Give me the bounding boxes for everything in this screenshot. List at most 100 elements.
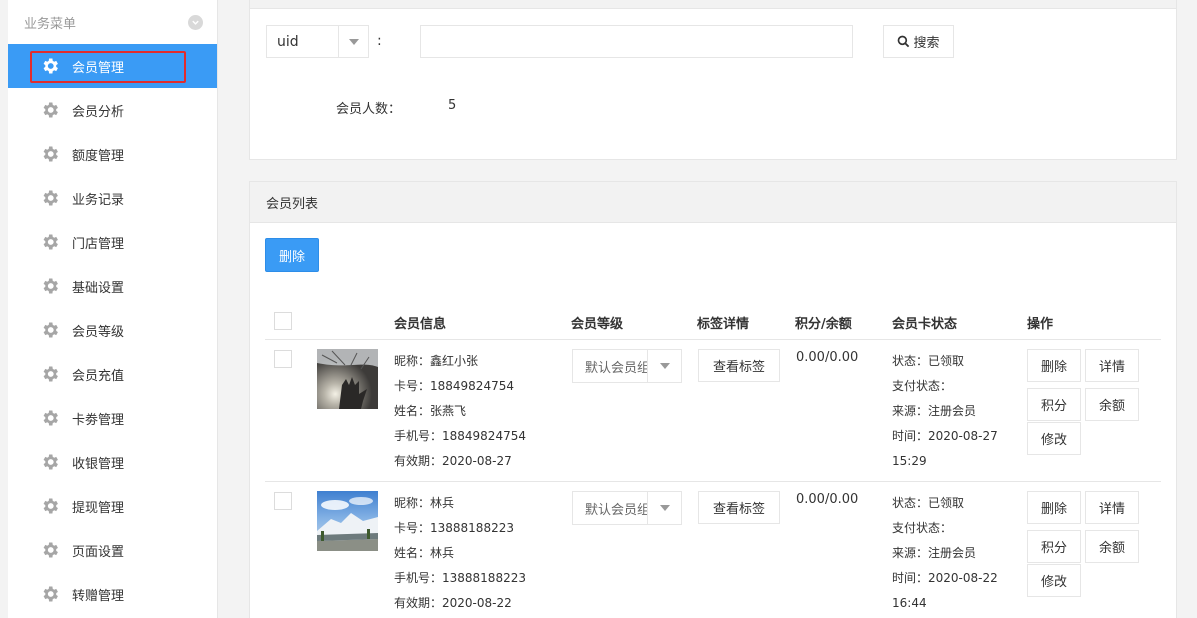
gear-icon [40,584,72,604]
sidebar-item-page-settings[interactable]: 页面设置 [8,528,217,572]
chevron-down-icon[interactable] [338,26,368,57]
gear-icon [40,408,72,428]
search-button-label: 搜索 [913,35,940,50]
row-checkbox[interactable] [274,350,292,368]
balance-button[interactable]: 余额 [1085,530,1139,563]
gear-icon [40,364,72,384]
member-level-value: 默认会员组 [585,502,647,518]
collapse-toggle-icon[interactable] [188,14,203,30]
member-list-header: 会员列表 [250,182,1176,223]
avatar [317,491,378,551]
sidebar-item-quota[interactable]: 额度管理 [8,132,217,176]
search-field-select[interactable]: uid [266,25,369,58]
col-tag-details: 标签详情 [697,317,750,332]
member-level-select[interactable]: 默认会员组 [572,349,682,383]
col-card-status: 会员卡状态 [892,317,958,332]
sidebar-header: 业务菜单 [8,0,217,44]
member-phone: 手机号：13888188223 [394,571,526,585]
card-pay-status: 支付状态： [892,379,953,393]
card-source: 来源：注册会员 [892,546,977,560]
member-list-panel: 会员列表 删除 会员信息 会员等级 标签详情 积分/余额 会员卡状态 操作 昵称… [249,181,1177,618]
sidebar-item-basic-settings[interactable]: 基础设置 [8,264,217,308]
sidebar-item-member-recharge[interactable]: 会员充值 [8,352,217,396]
col-points-balance: 积分/余额 [795,317,852,332]
view-tags-button[interactable]: 查看标签 [698,349,780,382]
sidebar-item-label: 会员充值 [72,368,125,384]
card-time: 时间：2020-08-27 [892,429,998,443]
sidebar-item-label: 会员分析 [72,104,125,120]
sidebar-item-label: 卡劵管理 [72,412,125,428]
sidebar-item-label: 页面设置 [72,544,125,560]
member-count-value: 5 [448,98,457,113]
member-nickname: 昵称：鑫红小张 [394,354,479,368]
sidebar-item-label: 收银管理 [72,456,125,472]
sidebar-item-withdrawal[interactable]: 提现管理 [8,484,217,528]
member-info: 昵称：鑫红小张 卡号：18849824754 姓名：张燕飞 手机号：188498… [394,349,526,474]
gear-icon [40,540,72,560]
gear-icon [40,452,72,472]
sidebar-item-label: 转赠管理 [72,588,125,604]
sidebar-item-transfer[interactable]: 转赠管理 [8,572,217,616]
member-count-label: 会员人数： [336,102,402,117]
sidebar-item-member-analysis[interactable]: 会员分析 [8,88,217,132]
delete-button[interactable]: 删除 [1027,349,1081,382]
sidebar-item-label: 会员等级 [72,324,125,340]
member-expiry: 有效期：2020-08-22 [394,596,512,610]
card-source: 来源：注册会员 [892,404,977,418]
table-row: 昵称：鑫红小张 卡号：18849824754 姓名：张燕飞 手机号：188498… [265,340,1161,482]
member-name: 姓名：张燕飞 [394,404,467,418]
points-balance: 0.00/0.00 [796,492,859,507]
gear-icon [40,232,72,252]
sidebar-item-cashier[interactable]: 收银管理 [8,440,217,484]
detail-button[interactable]: 详情 [1085,491,1139,524]
edit-button[interactable]: 修改 [1027,422,1081,455]
detail-button[interactable]: 详情 [1085,349,1139,382]
sidebar-item-label: 额度管理 [72,148,125,164]
card-pay-status: 支付状态： [892,521,953,535]
card-time-clock: 15:29 [892,454,927,468]
select-all-checkbox[interactable] [274,312,292,330]
search-panel: uid : 搜索 会员人数： 5 [249,0,1177,160]
sidebar-item-business-records[interactable]: 业务记录 [8,176,217,220]
view-tags-button[interactable]: 查看标签 [698,491,780,524]
balance-button[interactable]: 余额 [1085,388,1139,421]
card-status: 状态：已领取 支付状态： 来源：注册会员 时间：2020-08-27 15:29 [892,349,998,474]
card-status-state: 状态：已领取 [892,354,965,368]
delete-button[interactable]: 删除 [1027,491,1081,524]
sidebar-item-member[interactable]: 会员管理 [8,44,217,88]
sidebar-item-stores[interactable]: 门店管理 [8,220,217,264]
sidebar-item-label: 提现管理 [72,500,125,516]
sidebar-item-label: 基础设置 [72,280,125,296]
search-input[interactable] [420,25,853,58]
points-button[interactable]: 积分 [1027,388,1081,421]
member-list-title: 会员列表 [266,196,319,212]
search-button[interactable]: 搜索 [883,25,954,58]
member-level-select[interactable]: 默认会员组 [572,491,682,525]
sidebar-item-member-levels[interactable]: 会员等级 [8,308,217,352]
sidebar: 业务菜单 会员管理会员分析额度管理业务记录门店管理基础设置会员等级会员充值卡劵管… [8,0,218,618]
card-time: 时间：2020-08-22 [892,571,998,585]
gear-icon [40,144,72,164]
chevron-down-icon[interactable] [647,492,681,524]
member-card-number: 卡号：18849824754 [394,379,514,393]
sidebar-item-label: 门店管理 [72,236,125,252]
search-panel-topbar [250,0,1176,9]
row-checkbox[interactable] [274,492,292,510]
card-status: 状态：已领取 支付状态： 来源：注册会员 时间：2020-08-22 16:44 [892,491,998,616]
gear-icon [40,276,72,296]
gear-icon [40,496,72,516]
table-row: 昵称：林兵 卡号：13888188223 姓名：林兵 手机号：138881882… [265,482,1161,618]
chevron-down-icon[interactable] [647,350,681,382]
gear-icon [40,188,72,208]
edit-button[interactable]: 修改 [1027,564,1081,597]
page: 业务菜单 会员管理会员分析额度管理业务记录门店管理基础设置会员等级会员充值卡劵管… [0,0,1197,618]
card-time-clock: 16:44 [892,596,927,610]
gear-icon [40,100,72,120]
gear-icon [40,320,72,340]
col-actions: 操作 [1027,317,1054,332]
member-name: 姓名：林兵 [394,546,455,560]
bulk-delete-button[interactable]: 删除 [265,238,319,272]
points-button[interactable]: 积分 [1027,530,1081,563]
sidebar-item-coupons[interactable]: 卡劵管理 [8,396,217,440]
col-member-info: 会员信息 [394,317,447,332]
